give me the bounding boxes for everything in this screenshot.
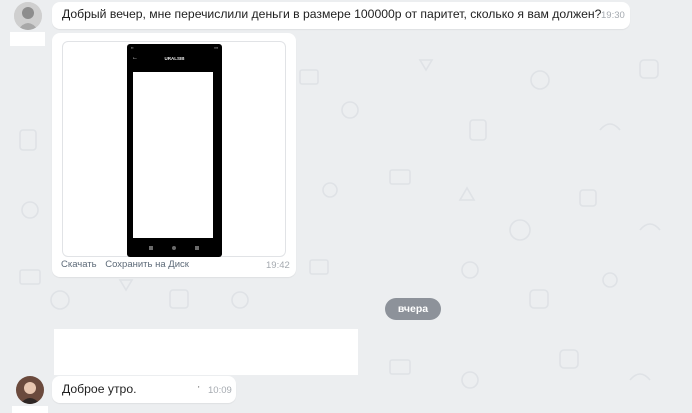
save-to-disk-link[interactable]: Сохранить на Диск	[105, 259, 189, 270]
redacted-area	[10, 32, 45, 46]
read-marker-icon: '	[198, 385, 200, 394]
message-time: 19:30	[601, 10, 625, 21]
message-text: Доброе утро.	[62, 382, 137, 396]
sender-avatar[interactable]	[14, 2, 42, 30]
sender-avatar[interactable]	[16, 376, 44, 404]
phone-screenshot: ▪▪ ▪▪▪ ← URALSIB	[127, 44, 222, 257]
download-link[interactable]: Скачать	[61, 259, 97, 270]
message-text: Добрый вечер, мне перечислили деньги в р…	[62, 7, 602, 21]
message-time: 10:09	[208, 385, 232, 396]
phone-screen-content	[133, 72, 213, 238]
user-avatar-icon	[14, 2, 42, 30]
date-separator: вчера	[385, 298, 441, 320]
attachment-actions: Скачать Сохранить на Диск	[61, 259, 189, 270]
user-avatar-icon	[16, 376, 44, 404]
message-bubble[interactable]: Добрый вечер, мне перечислили деньги в р…	[52, 2, 630, 29]
image-message-bubble[interactable]: ▪▪ ▪▪▪ ← URALSIB Скачать Сохранить на Ди…	[52, 33, 296, 277]
redacted-area	[54, 329, 358, 375]
phone-status-bar: ▪▪ ▪▪▪	[131, 46, 218, 50]
message-time: 19:42	[266, 260, 290, 271]
phone-nav-bar	[127, 246, 222, 252]
phone-header-title: URALSIB	[164, 56, 185, 61]
redacted-area	[12, 406, 48, 413]
image-attachment[interactable]: ▪▪ ▪▪▪ ← URALSIB	[62, 41, 286, 257]
message-bubble[interactable]: Доброе утро. ' 10:09	[52, 376, 236, 403]
